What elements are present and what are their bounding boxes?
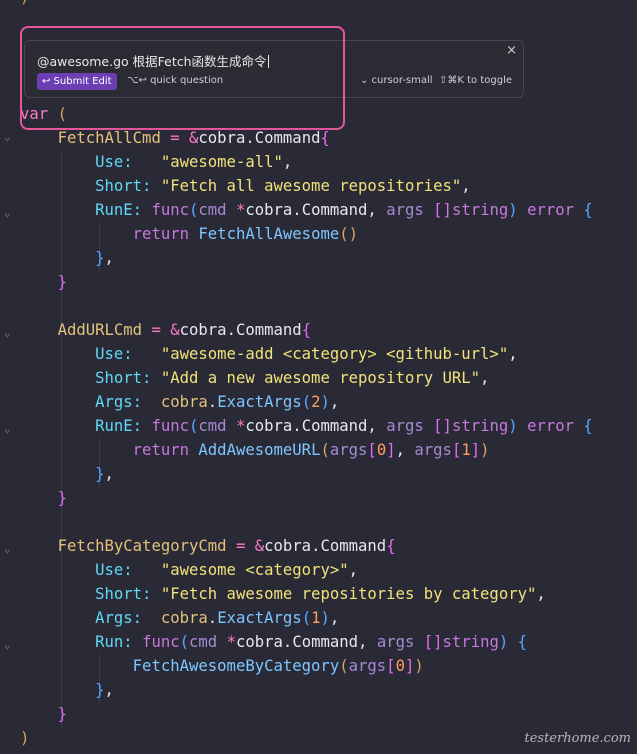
code-line[interactable]: return FetchAllAwesome() (20, 222, 358, 246)
code-line[interactable]: FetchAllCmd = &cobra.Command{ (20, 126, 330, 150)
code-line[interactable]: RunE: func(cmd *cobra.Command, args []st… (20, 414, 593, 438)
prompt-input[interactable]: @awesome.go 根据Fetch函数生成命令 (37, 51, 269, 70)
quick-question-button[interactable]: ⌥↩ quick question (127, 75, 223, 86)
code-line[interactable]: RunE: func(cmd *cobra.Command, args []st… (20, 198, 593, 222)
code-line[interactable]: ) (20, 726, 29, 750)
submit-edit-button[interactable]: ↩ Submit Edit (37, 73, 117, 90)
toggle-hint: ⇧⌘K to toggle (439, 75, 512, 86)
fold-chevron-icon[interactable]: ⌄ (4, 207, 14, 218)
close-button[interactable]: × (506, 43, 517, 58)
watermark: testerhome.com (524, 731, 631, 746)
code-line[interactable]: var ( (20, 102, 67, 126)
code-line[interactable]: }, (20, 462, 114, 486)
code-line[interactable]: Use: "awesome <category>", (20, 558, 358, 582)
code-line[interactable]: Short: "Add a new awesome repository URL… (20, 366, 489, 390)
code-editor[interactable]: ⌄ ⌄ ⌄ ⌄ ⌄ ⌄ ) var ( FetchAllCmd = &cobra… (0, 0, 637, 754)
code-line[interactable]: } (20, 702, 67, 726)
code-line[interactable]: FetchAwesomeByCategory(args[0]) (20, 654, 424, 678)
code-line[interactable]: return AddAwesomeURL(args[0], args[1]) (20, 438, 490, 462)
code-line[interactable]: Args: cobra.ExactArgs(2), (20, 390, 339, 414)
fold-chevron-icon[interactable]: ⌄ (4, 423, 14, 434)
fold-chevron-icon[interactable]: ⌄ (4, 327, 14, 338)
code-top-brace: ) (20, 0, 29, 6)
fold-chevron-icon[interactable]: ⌄ (4, 131, 14, 142)
code-line[interactable]: } (20, 486, 67, 510)
text-caret (267, 55, 269, 68)
fold-chevron-icon[interactable]: ⌄ (4, 639, 14, 650)
code-line[interactable]: Args: cobra.ExactArgs(1), (20, 606, 339, 630)
code-line[interactable]: Use: "awesome-all", (20, 150, 292, 174)
code-line[interactable]: }, (20, 678, 114, 702)
model-select[interactable]: ⌄ cursor-small (360, 75, 433, 86)
code-line[interactable]: AddURLCmd = &cobra.Command{ (20, 318, 312, 342)
inline-edit-popup: @awesome.go 根据Fetch函数生成命令 × ↩ Submit Edi… (24, 40, 524, 98)
code-line[interactable]: Run: func(cmd *cobra.Command, args []str… (20, 630, 527, 654)
fold-chevron-icon[interactable]: ⌄ (4, 543, 14, 554)
code-line[interactable]: FetchByCategoryCmd = &cobra.Command{ (20, 534, 396, 558)
code-line[interactable]: }, (20, 246, 114, 270)
code-line[interactable]: Short: "Fetch all awesome repositories", (20, 174, 471, 198)
prompt-text: @awesome.go 根据Fetch函数生成命令 (37, 54, 267, 69)
code-line[interactable]: } (20, 270, 67, 294)
code-line[interactable]: Short: "Fetch awesome repositories by ca… (20, 582, 546, 606)
gutter: ⌄ ⌄ ⌄ ⌄ ⌄ ⌄ (0, 0, 20, 754)
code-line[interactable]: Use: "awesome-add <category> <github-url… (20, 342, 518, 366)
